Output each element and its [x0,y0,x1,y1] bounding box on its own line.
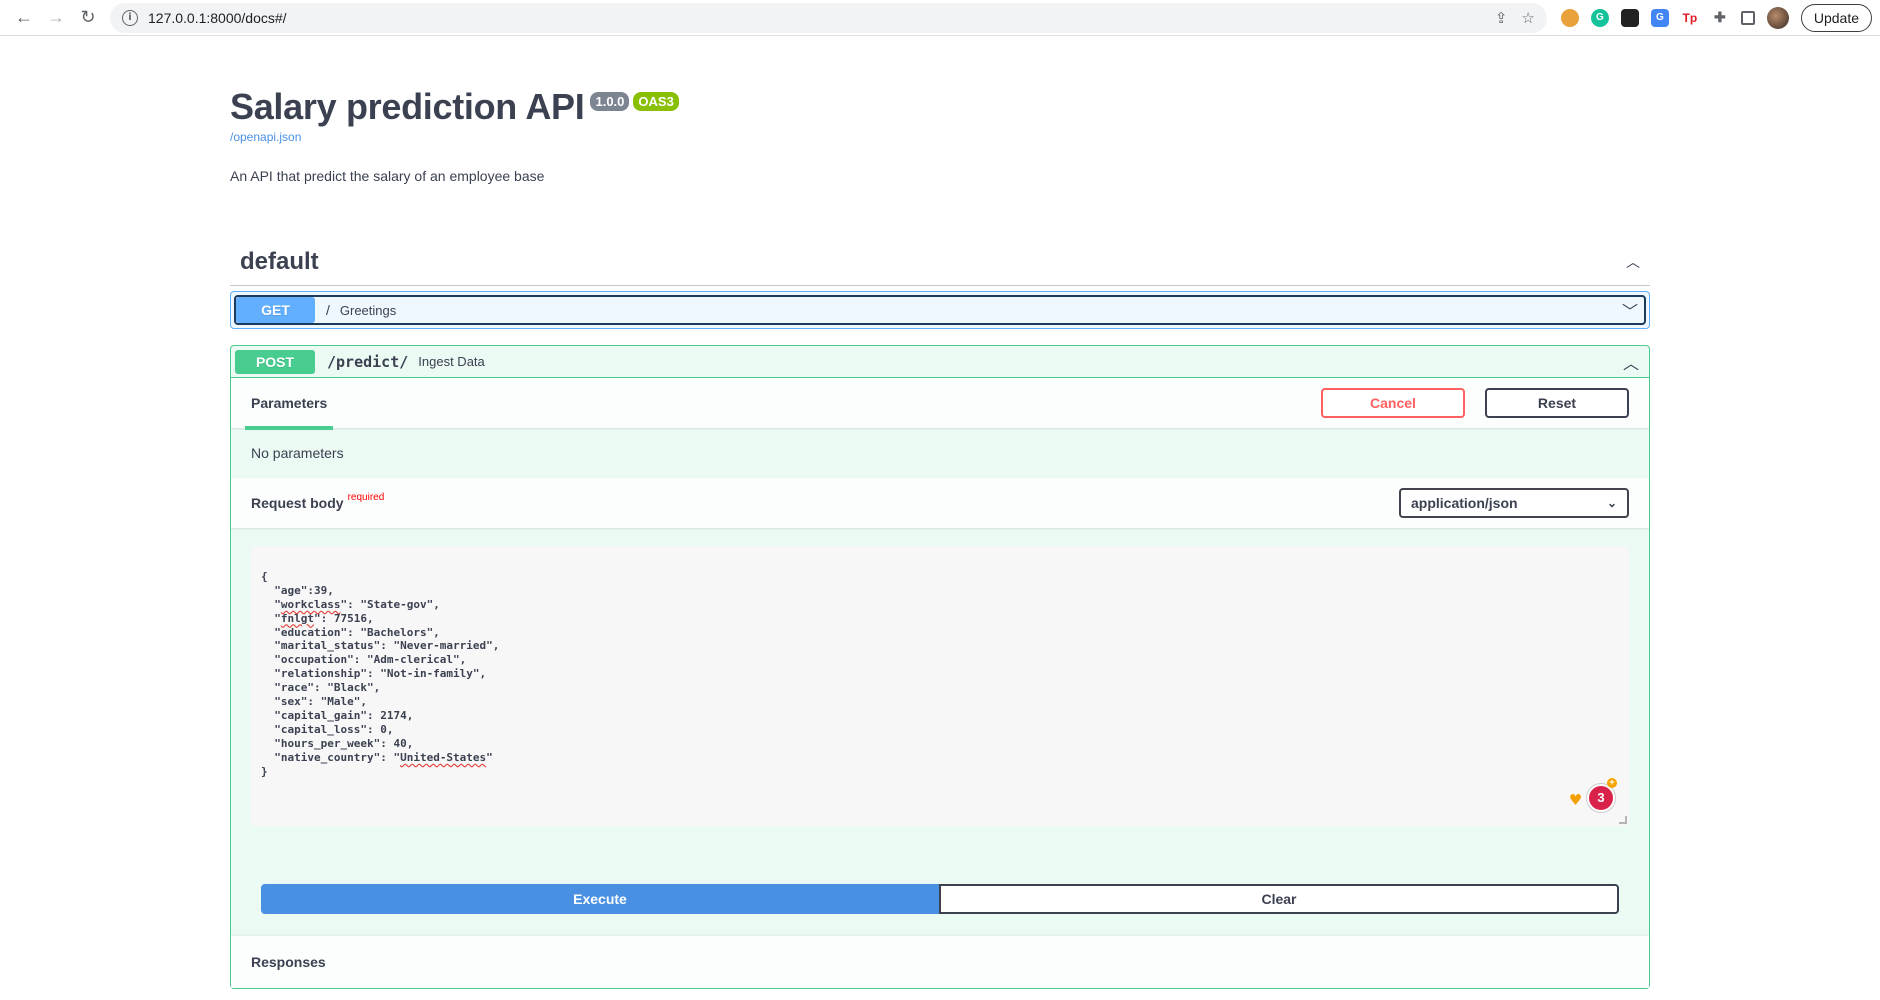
update-button[interactable]: Update [1800,3,1872,32]
code-line: "sex": "Male", [261,695,367,709]
method-badge-post: POST [235,349,315,374]
request-body-header: Request body required application/json ⌄ [231,478,1649,528]
side-panel-icon[interactable] [1740,10,1755,25]
tab-parameters[interactable]: Parameters [245,380,334,430]
code-line: "marital_status": "Never-married", [261,639,500,653]
operation-path: / [326,302,330,318]
code-line: "fnlgt": 77516, [261,611,374,625]
code-line: "workclass": "State-gov", [261,597,440,611]
heart-extension-icon[interactable]: ♥ [1570,792,1581,810]
parameters-header: Parameters Cancel Reset [231,378,1649,430]
address-url[interactable]: 127.0.0.1:8000/docs#/ [148,10,1495,26]
resize-handle[interactable] [1619,816,1627,824]
request-body-label: Request body [251,495,344,511]
tag-title: default [240,247,319,275]
code-line: "capital_gain": 2174, [261,708,414,722]
api-description: An API that predict the salary of an emp… [230,168,545,184]
cancel-button[interactable]: Cancel [1321,388,1465,418]
page-title: Salary prediction API [230,86,585,127]
extension-icon-3[interactable] [1620,8,1639,27]
translate-extension-icon[interactable]: G [1650,8,1669,27]
code-line: "hours_per_week": 40, [261,736,414,750]
address-bar[interactable]: i 127.0.0.1:8000/docs#/ ⇪ ☆ [110,2,1547,33]
api-info: Salary prediction API 1.0.0 OAS3 /openap… [230,36,1650,184]
operation-description: Ingest Data [418,354,485,369]
request-body-textarea[interactable]: { "age":39, "workclass": "State-gov", "f… [251,546,1629,826]
code-line: "occupation": "Adm-clerical", [261,653,467,667]
operation-description: Greetings [339,302,397,318]
arrow-left-icon: ← [15,7,33,27]
tag-section-default[interactable]: default ︿ [230,238,1650,286]
no-parameters-text: No parameters [251,445,344,461]
operation-path: /predict/ [327,352,409,371]
method-badge-get: GET [236,297,315,323]
reload-button[interactable]: ↻ [72,3,104,33]
chevron-up-icon[interactable]: ︿ [1623,350,1639,374]
responses-header: Responses [231,936,1649,988]
reload-icon: ↻ [80,7,96,27]
grammarly-suggestions-badge[interactable]: 3 [1587,784,1615,812]
required-marker: required [347,491,385,503]
oas-badge: OAS3 [633,92,679,111]
bookmark-star-icon[interactable]: ☆ [1521,9,1534,27]
grammarly-extension-icon[interactable]: G [1590,8,1609,27]
code-line: "age":39, [261,583,334,597]
profile-avatar[interactable] [1766,6,1789,29]
extension-icon-1[interactable] [1560,8,1579,27]
code-line: "race": "Black", [261,681,381,695]
swagger-container: Salary prediction API 1.0.0 OAS3 /openap… [230,36,1650,989]
arrow-right-icon: → [47,7,65,27]
code-line: { [261,569,268,583]
browser-toolbar: ← → ↻ i 127.0.0.1:8000/docs#/ ⇪ ☆ G G Tp… [0,0,1880,36]
responses-label: Responses [251,954,326,970]
tp-extension-icon[interactable]: Tp [1680,8,1699,27]
chevron-up-icon[interactable]: ︿ [1626,252,1640,272]
site-info-icon[interactable]: i [122,9,138,26]
clear-button[interactable]: Clear [939,884,1619,914]
back-button[interactable]: ← [8,3,40,33]
operation-summary-get[interactable]: GET / Greetings ﹀ [234,295,1646,325]
content-type-select[interactable]: application/json ⌄ [1399,488,1629,518]
code-line: "relationship": "Not-in-family", [261,667,487,681]
openapi-json-link[interactable]: /openapi.json [230,130,301,144]
operation-summary-post[interactable]: POST /predict/ Ingest Data ︿ [231,346,1649,378]
code-line: } [261,764,268,778]
version-badge: 1.0.0 [590,92,630,111]
execute-button[interactable]: Execute [261,884,939,914]
code-line: "capital_loss": 0, [261,722,394,736]
request-body-editor-wrap: { "age":39, "workclass": "State-gov", "f… [231,528,1649,826]
chevron-down-icon[interactable]: ﹀ [1622,298,1638,322]
operation-post-predict: POST /predict/ Ingest Data ︿ Parameters … [230,345,1650,989]
operation-get-root: GET / Greetings ﹀ [230,291,1650,329]
code-line: "native_country": "United-States" [261,750,493,764]
chevron-down-icon: ⌄ [1606,496,1617,510]
forward-button[interactable]: → [40,3,72,33]
code-line: "education": "Bachelors", [261,625,440,639]
content-type-value: application/json [1411,495,1518,511]
plus-icon: + [1607,778,1617,788]
share-icon[interactable]: ⇪ [1495,9,1508,27]
puzzle-extensions-icon[interactable]: ✚ [1710,8,1729,27]
reset-button[interactable]: Reset [1485,388,1629,418]
